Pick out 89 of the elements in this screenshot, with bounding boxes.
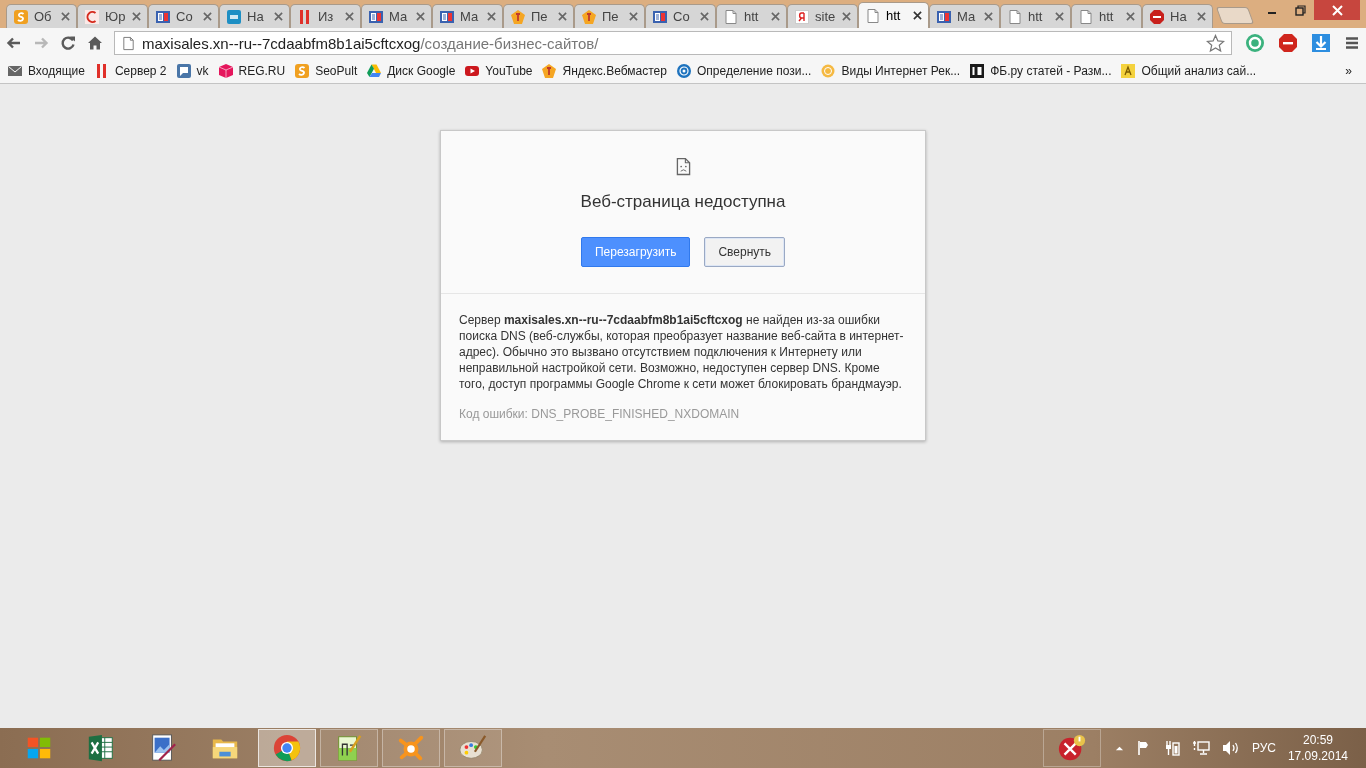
network-icon[interactable]: [1191, 740, 1210, 756]
url-host: maxisales.xn--ru--7cdaabfm8b1ai5cftcxog: [142, 34, 421, 52]
form-icon: [652, 8, 668, 25]
browser-tab[interactable]: site: [787, 4, 858, 28]
bookmark[interactable]: Виды Интернет Рек...: [819, 60, 966, 81]
bookmark[interactable]: ФБ.ру статей - Разм...: [968, 60, 1117, 81]
form-icon: [439, 8, 455, 25]
cube-icon: [217, 62, 234, 79]
reload-icon[interactable]: [60, 35, 76, 51]
square-icon: [294, 62, 311, 79]
error-code: Код ошибки: DNS_PROBE_FINISHED_NXDOMAIN: [459, 406, 741, 422]
browser-tab[interactable]: Ма: [432, 4, 503, 28]
menu-icon[interactable]: [1344, 35, 1360, 51]
bookmark[interactable]: REG.RU: [216, 60, 291, 81]
browser-tab[interactable]: Из: [290, 4, 361, 28]
bookmark[interactable]: vk: [174, 60, 214, 81]
bookmark[interactable]: YouTube: [463, 60, 538, 81]
browser-tab[interactable]: htt: [716, 4, 787, 28]
home-icon[interactable]: [87, 35, 103, 51]
tile-icon: [794, 8, 810, 25]
octagon-icon[interactable]: [1278, 33, 1298, 53]
bookmark[interactable]: Яндекс.Вебмастер: [540, 60, 672, 81]
browser-icon: [272, 733, 302, 763]
error-title: Веб-страница недоступна: [580, 192, 786, 212]
browser-tab[interactable]: Со: [645, 4, 716, 28]
alert-badge-icon: [1056, 733, 1087, 763]
ring-icon[interactable]: [1245, 33, 1265, 53]
bookmark[interactable]: Определение пози...: [674, 60, 817, 81]
form-icon: [368, 8, 384, 25]
square-icon: [969, 62, 986, 79]
close-icon: [1331, 4, 1343, 16]
spreadsheet-icon: [86, 733, 116, 763]
page-icon: [1078, 8, 1094, 25]
square-icon: [13, 8, 29, 25]
bookmark[interactable]: Общий анализ сай...: [1119, 60, 1262, 81]
collapse-button[interactable]: Свернуть: [704, 237, 786, 267]
browser-tab[interactable]: На: [219, 4, 290, 28]
language-indicator[interactable]: РУС: [1251, 741, 1276, 755]
plug-icon[interactable]: [1163, 740, 1180, 756]
form-icon: [936, 8, 952, 25]
taskbar-button[interactable]: [320, 729, 378, 767]
triangle-icon: [366, 62, 383, 79]
square-icon: [226, 8, 242, 25]
bookmark[interactable]: Диск Google: [365, 60, 461, 81]
taskbar-button[interactable]: [444, 729, 502, 767]
bookmark[interactable]: Входящие: [6, 60, 90, 81]
octagon-icon: [1149, 8, 1165, 25]
badge-icon: [510, 8, 526, 25]
chat-icon: [175, 62, 192, 79]
speaker-icon[interactable]: [1221, 740, 1240, 756]
badge-icon: [541, 62, 558, 79]
arc-icon: [84, 8, 100, 25]
error-description: Сервер maxisales.xn--ru--7cdaabfm8b1ai5cftcxog не найден из-за ошибки поиска DNS (веб-службы, которая преобразует название веб-сайта в интернет-адрес). Обычно это вызвано отсутствием подключения к Интернету или неправильной настройкой сети. Возможно, недоступен сервер DNS. Кроме того, доступ программы Google Chrome к сети может блокировать брандмауэр.: [459, 312, 905, 392]
address-bar[interactable]: maxisales.xn--ru--7cdaabfm8b1ai5cftcxog/создание-бизнес-сайтов/: [114, 31, 1232, 55]
browser-tab[interactable]: Пе: [574, 4, 645, 28]
sad-page-icon: [675, 157, 691, 176]
browser-tab[interactable]: htt: [858, 2, 929, 28]
download-icon[interactable]: [1311, 33, 1331, 53]
browser-tab[interactable]: Пе: [503, 4, 574, 28]
page-icon: [723, 8, 739, 25]
badge-icon: [581, 8, 597, 25]
close-icon[interactable]: [913, 11, 922, 20]
browser-tab[interactable]: Ма: [929, 4, 1000, 28]
coin-icon: [820, 62, 837, 79]
browser-tab[interactable]: htt: [1071, 4, 1142, 28]
taskbar-button[interactable]: [258, 729, 316, 767]
splat-icon: [396, 733, 426, 763]
browser-tab[interactable]: Об: [6, 4, 77, 28]
square-icon: [1120, 62, 1137, 79]
back-icon[interactable]: [6, 35, 22, 51]
page-icon: [121, 35, 136, 51]
close-button[interactable]: [1314, 0, 1360, 20]
restore-icon[interactable]: [1294, 4, 1306, 16]
browser-tab[interactable]: Со: [148, 4, 219, 28]
form-icon: [155, 8, 171, 25]
browser-tab[interactable]: Юр: [77, 4, 148, 28]
star-icon[interactable]: [1206, 33, 1225, 53]
bookmark[interactable]: Сервер 2: [92, 60, 172, 81]
tray-app-button[interactable]: [1042, 729, 1101, 767]
clock[interactable]: 20:59 17.09.2014: [1287, 733, 1348, 763]
page-icon: [865, 7, 881, 24]
browser-tab[interactable]: htt: [1000, 4, 1071, 28]
globe-icon: [675, 62, 692, 79]
more-bookmarks[interactable]: »: [1337, 63, 1360, 78]
browser-tab[interactable]: На: [1142, 4, 1213, 28]
url-path: /создание-бизнес-сайтов/: [420, 34, 599, 52]
page-icon: [1007, 8, 1023, 25]
bookmark[interactable]: SeoPult: [293, 60, 363, 81]
browser-tab[interactable]: Ма: [361, 4, 432, 28]
